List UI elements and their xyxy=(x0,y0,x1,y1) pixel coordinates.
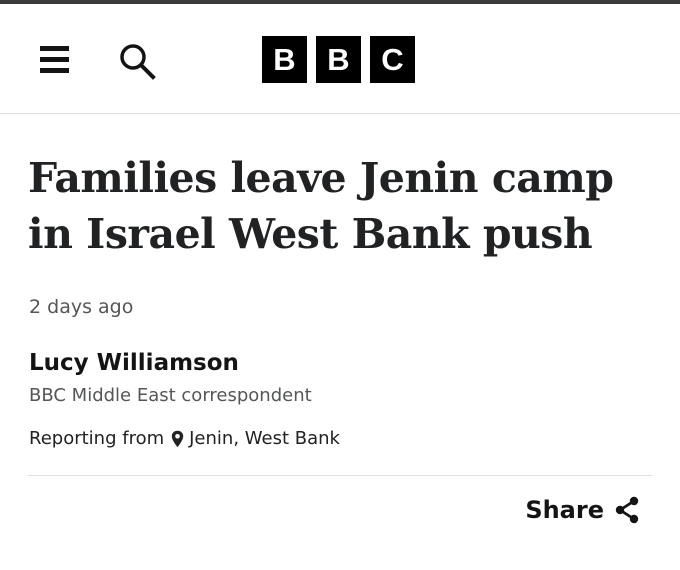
divider xyxy=(28,475,652,476)
reporting-location-text: Jenin, West Bank xyxy=(189,428,340,449)
share-label: Share xyxy=(525,496,604,524)
logo-letter-b1: B xyxy=(262,36,307,83)
logo-letter-c: C xyxy=(370,36,415,83)
search-button[interactable] xyxy=(118,42,158,82)
menu-button[interactable] xyxy=(38,42,72,76)
reporting-location: Reporting from Jenin, West Bank xyxy=(29,428,340,449)
menu-icon-bar xyxy=(40,46,69,51)
location-pin-icon xyxy=(171,430,184,448)
bbc-logo[interactable]: B B C xyxy=(262,36,415,83)
menu-icon-bar xyxy=(40,57,69,62)
site-header: B B C xyxy=(0,4,680,114)
share-button[interactable]: Share xyxy=(525,496,640,524)
menu-icon-bar xyxy=(40,68,69,73)
logo-letter-b2: B xyxy=(316,36,361,83)
author-name: Lucy Williamson xyxy=(29,350,239,376)
author-role: BBC Middle East correspondent xyxy=(29,385,312,406)
article-timestamp: 2 days ago xyxy=(29,296,134,318)
article-headline: Families leave Jenin camp in Israel West… xyxy=(28,154,614,258)
share-icon xyxy=(615,496,639,524)
search-icon xyxy=(120,44,156,80)
reporting-prefix: Reporting from xyxy=(29,428,165,449)
